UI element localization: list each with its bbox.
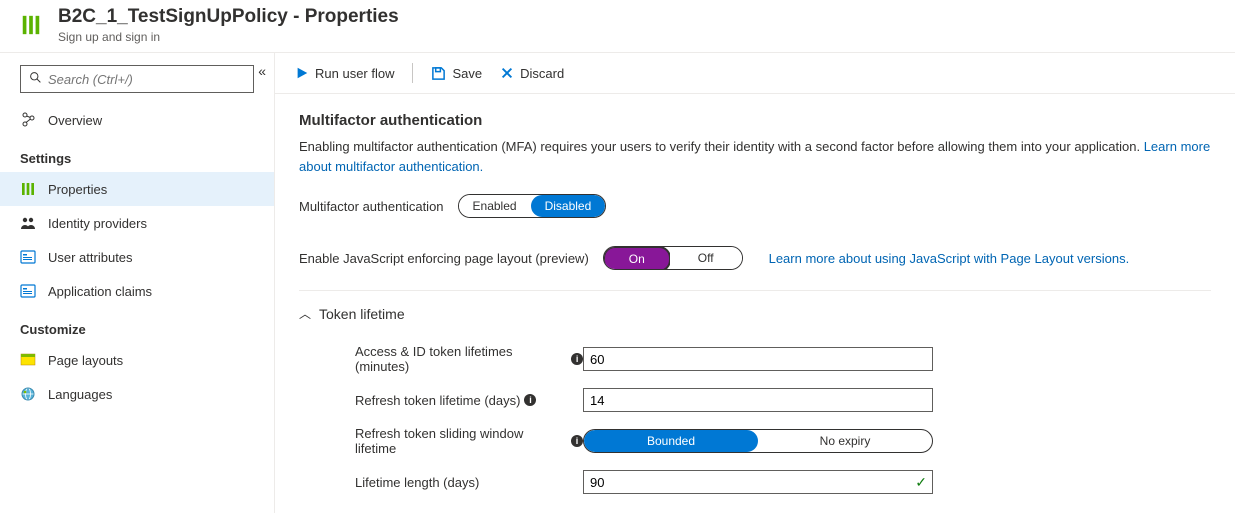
play-icon xyxy=(295,66,309,80)
sidebar-item-application-claims[interactable]: Application claims xyxy=(0,274,274,308)
button-label: Save xyxy=(452,66,482,81)
button-label: Run user flow xyxy=(315,66,394,81)
sidebar-item-label: Languages xyxy=(48,387,112,402)
main-pane: Run user flow Save Discard Multifactor a… xyxy=(275,53,1235,513)
sidebar-item-label: Application claims xyxy=(48,284,152,299)
check-icon: ✓ xyxy=(915,474,927,491)
js-toggle-label: Enable JavaScript enforcing page layout … xyxy=(299,251,589,266)
sidebar-item-label: User attributes xyxy=(48,250,133,265)
info-icon[interactable]: i xyxy=(571,435,583,447)
sidebar-item-label: Overview xyxy=(48,113,102,128)
refresh-token-input[interactable] xyxy=(583,388,933,412)
save-icon xyxy=(431,66,446,81)
sidebar-item-label: Properties xyxy=(48,182,107,197)
mfa-heading: Multifactor authentication xyxy=(299,112,1211,129)
mfa-description: Enabling multifactor authentication (MFA… xyxy=(299,137,1211,176)
command-bar: Run user flow Save Discard xyxy=(275,53,1235,94)
collapse-sidebar-button[interactable]: « xyxy=(258,63,266,79)
sidebar-item-overview[interactable]: Overview xyxy=(0,103,274,137)
refresh-token-label: Refresh token lifetime (days) xyxy=(355,393,520,408)
sidebar-item-identity-providers[interactable]: Identity providers xyxy=(0,206,274,240)
sidebar: « Overview Settings Properties xyxy=(0,53,275,513)
chevron-up-icon: ︿ xyxy=(299,305,311,322)
properties-icon xyxy=(20,181,36,197)
blade-header: B2C_1_TestSignUpPolicy - Properties Sign… xyxy=(0,0,1235,53)
mfa-option-disabled[interactable]: Disabled xyxy=(531,195,606,217)
sliding-window-label: Refresh token sliding window lifetime xyxy=(355,426,567,456)
token-lifetime-section-header[interactable]: ︿ Token lifetime xyxy=(299,291,1211,330)
lifetime-length-input[interactable] xyxy=(583,470,933,494)
js-toggle[interactable]: On Off xyxy=(603,246,743,270)
js-option-on[interactable]: On xyxy=(603,246,671,270)
sidebar-group-customize: Customize xyxy=(0,308,274,343)
discard-button[interactable]: Discard xyxy=(500,66,564,81)
access-token-input[interactable] xyxy=(583,347,933,371)
toolbar-separator xyxy=(412,63,413,83)
sliding-option-bounded[interactable]: Bounded xyxy=(584,430,758,452)
sidebar-item-languages[interactable]: Languages xyxy=(0,377,274,411)
run-user-flow-button[interactable]: Run user flow xyxy=(295,66,394,81)
search-box[interactable] xyxy=(20,65,254,93)
section-title: Token lifetime xyxy=(319,306,405,322)
sliding-window-toggle[interactable]: Bounded No expiry xyxy=(583,429,933,453)
search-input[interactable] xyxy=(48,72,245,87)
access-token-label: Access & ID token lifetimes (minutes) xyxy=(355,344,567,374)
user-attributes-icon xyxy=(20,249,36,265)
page-subtitle: Sign up and sign in xyxy=(58,30,399,44)
button-label: Discard xyxy=(520,66,564,81)
sidebar-item-label: Page layouts xyxy=(48,353,123,368)
mfa-option-enabled[interactable]: Enabled xyxy=(459,195,531,217)
page-layouts-icon xyxy=(20,352,36,368)
search-icon xyxy=(29,71,42,87)
mfa-toggle[interactable]: Enabled Disabled xyxy=(458,194,607,218)
sidebar-item-label: Identity providers xyxy=(48,216,147,231)
js-learn-more-link[interactable]: Learn more about using JavaScript with P… xyxy=(769,251,1130,266)
sidebar-item-user-attributes[interactable]: User attributes xyxy=(0,240,274,274)
application-claims-icon xyxy=(20,283,36,299)
info-icon[interactable]: i xyxy=(524,394,536,406)
discard-icon xyxy=(500,66,514,80)
sidebar-item-page-layouts[interactable]: Page layouts xyxy=(0,343,274,377)
mfa-desc-text: Enabling multifactor authentication (MFA… xyxy=(299,139,1144,154)
identity-providers-icon xyxy=(20,215,36,231)
overview-icon xyxy=(20,112,36,128)
sliding-option-noexpiry[interactable]: No expiry xyxy=(758,430,932,452)
userflow-icon xyxy=(20,12,46,38)
page-title: B2C_1_TestSignUpPolicy - Properties xyxy=(58,6,399,28)
info-icon[interactable]: i xyxy=(571,353,583,365)
mfa-toggle-label: Multifactor authentication xyxy=(299,199,444,214)
lifetime-length-label: Lifetime length (days) xyxy=(355,475,479,490)
sidebar-item-properties[interactable]: Properties xyxy=(0,172,274,206)
save-button[interactable]: Save xyxy=(431,66,482,81)
js-option-off[interactable]: Off xyxy=(670,247,742,269)
sidebar-group-settings: Settings xyxy=(0,137,274,172)
languages-icon xyxy=(20,386,36,402)
